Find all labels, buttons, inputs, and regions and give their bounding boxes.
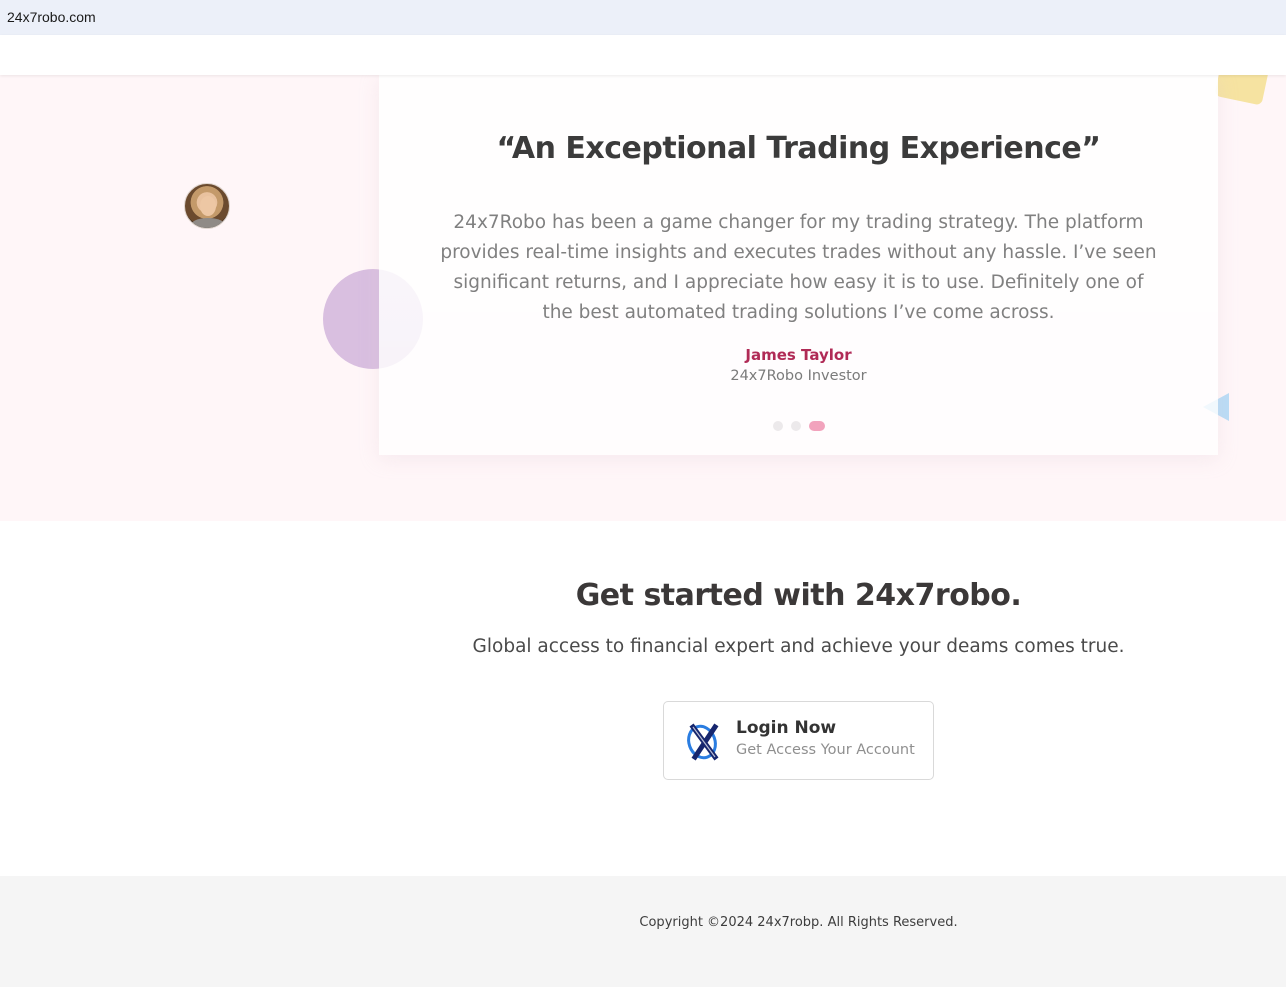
site-header [0,35,1286,75]
carousel-dot-2[interactable] [791,420,801,431]
get-started-subtitle: Global access to financial expert and ac… [472,636,1125,657]
testimonial-text: 24x7Robo has been a game changer for my … [440,212,1157,323]
login-now-button[interactable]: Login Now Get Access Your Account [663,701,934,780]
url-text[interactable]: 24x7robo.com [7,9,96,25]
testimonial-title: “An Exceptional Trading Experience” [496,131,1101,166]
get-started-section: Get started with 24x7robo. Global access… [0,521,1286,876]
footer: Copyright ©2024 24x7robp. All Rights Res… [0,876,1286,987]
reviewer-avatar [184,183,230,229]
decorative-square [1214,75,1270,106]
browser-url-bar[interactable]: 24x7robo.com [0,0,1286,35]
carousel-dot-3[interactable] [809,420,825,431]
copyright-text: Copyright ©2024 24x7robp. All Rights Res… [639,915,958,930]
login-now-label: Login Now [736,718,837,738]
login-now-sublabel: Get Access Your Account [736,742,915,758]
carousel-dots [773,420,825,431]
testimonial-author-name: James Taylor [745,346,852,364]
carousel-dot-1[interactable] [773,420,783,431]
get-started-title: Get started with 24x7robo. [575,578,1022,613]
testimonial-card: “An Exceptional Trading Experience” 24x7… [379,75,1218,455]
testimonial-author-role: 24x7Robo Investor [730,368,867,384]
x-logo-icon [687,723,719,761]
testimonial-section: “An Exceptional Trading Experience” 24x7… [0,75,1286,521]
